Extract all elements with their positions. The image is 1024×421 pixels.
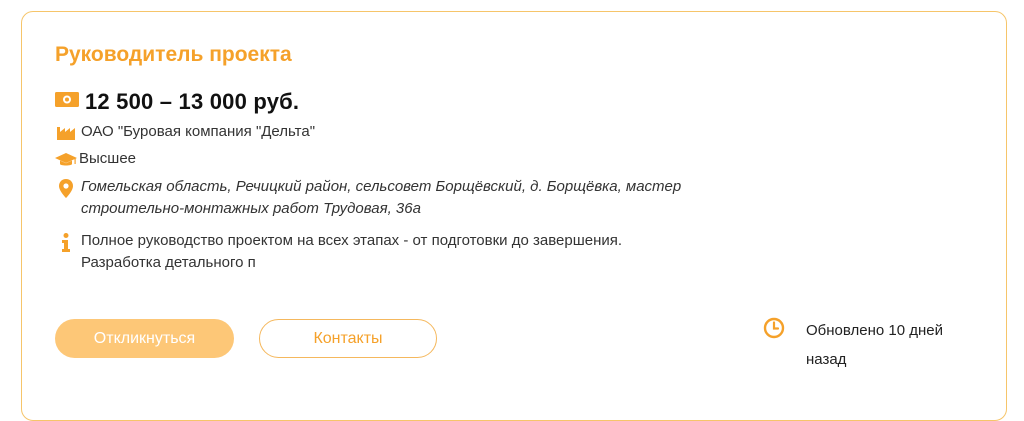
salary-row: 12 500 – 13 000 руб. (55, 88, 299, 116)
factory-icon (55, 121, 77, 140)
respond-button[interactable]: Откликнуться (55, 319, 234, 358)
vacancy-title[interactable]: Руководитель проекта (55, 42, 292, 68)
company-row: ОАО "Буровая компания "Дельта" (55, 121, 315, 143)
description-text: Полное руководство проектом на всех этап… (81, 232, 623, 271)
info-icon (55, 230, 77, 252)
graduation-cap-icon (55, 148, 77, 168)
clock-icon (763, 317, 785, 344)
updated-info: Обновлено 10 дней назад (763, 316, 976, 374)
company-link[interactable]: ОАО "Буровая компания "Дельта" (81, 121, 315, 143)
education-row: Высшее (55, 148, 136, 170)
updated-text: Обновлено 10 дней назад (806, 322, 944, 368)
contacts-button[interactable]: Контакты (259, 319, 437, 358)
salary-value: 12 500 – 13 000 руб. (85, 89, 300, 114)
location-pin-icon (55, 176, 77, 198)
money-icon (55, 91, 79, 113)
education-value: Высшее (79, 150, 137, 167)
location-text: Гомельская область, Речицкий район, сель… (81, 178, 682, 217)
location-row: Гомельская область, Речицкий район, сель… (55, 176, 701, 220)
description-row: Полное руководство проектом на всех этап… (55, 230, 701, 274)
